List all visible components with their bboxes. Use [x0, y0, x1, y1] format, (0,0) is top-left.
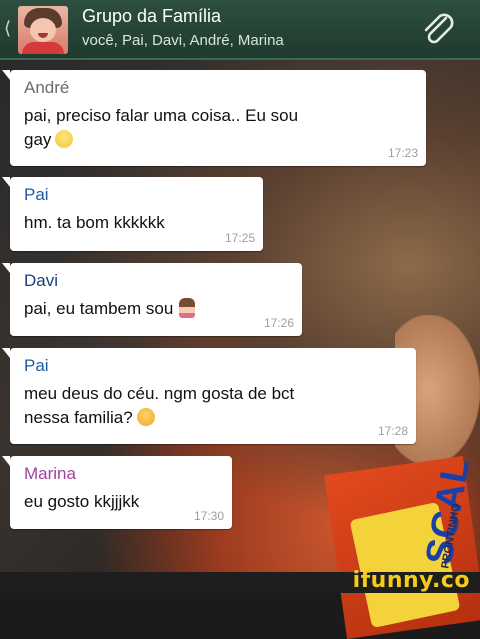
message-bubble[interactable]: Pai hm. ta bom kkkkkk 17:25 [2, 177, 263, 251]
message-sender: Davi [24, 271, 59, 290]
message-text: hm. ta bom kkkkkk [24, 213, 165, 232]
chat-participants: você, Pai, Davi, André, Marina [82, 32, 284, 49]
group-avatar[interactable] [18, 6, 68, 54]
message-text: pai, eu tambem sou [24, 297, 290, 321]
message-bubble[interactable]: Marina eu gosto kkjjjkk 17:30 [2, 456, 232, 529]
message-text: pai, preciso falar uma coisa.. Eu sou ga… [24, 106, 299, 149]
message-bubble[interactable]: Davi pai, eu tambem sou 17:26 [2, 263, 302, 336]
attach-clip-icon[interactable] [418, 10, 458, 50]
smile-icon [55, 130, 74, 148]
message-text: meu deus do céu. ngm gosta de bct nessa … [24, 384, 295, 427]
message-sender: André [24, 78, 70, 97]
back-icon[interactable]: ⟨ [4, 18, 11, 39]
message-text: eu gosto kkjjjkk [24, 492, 140, 511]
angry-icon [136, 408, 155, 426]
message-sender: Pai [24, 185, 49, 204]
message-time: 17:26 [263, 316, 294, 330]
chat-title[interactable]: Grupo da Família [82, 6, 221, 27]
girl-icon [179, 298, 196, 318]
message-bubble[interactable]: Pai meu deus do céu. ngm gosta de bct ne… [2, 348, 416, 444]
footer-bar: ifunny.co [0, 568, 480, 593]
message-time: 17:25 [224, 231, 255, 245]
message-sender: Marina [24, 464, 76, 483]
ifunny-watermark: ifunny.co [352, 568, 470, 593]
message-bubble[interactable]: André pai, preciso falar uma coisa.. Eu … [2, 70, 426, 166]
message-sender: Pai [24, 356, 49, 375]
message-time: 17:28 [377, 424, 408, 438]
chat-header: ⟨ Grupo da Família você, Pai, Davi, Andr… [0, 0, 480, 60]
message-time: 17:30 [193, 509, 224, 523]
message-time: 17:23 [387, 146, 418, 160]
